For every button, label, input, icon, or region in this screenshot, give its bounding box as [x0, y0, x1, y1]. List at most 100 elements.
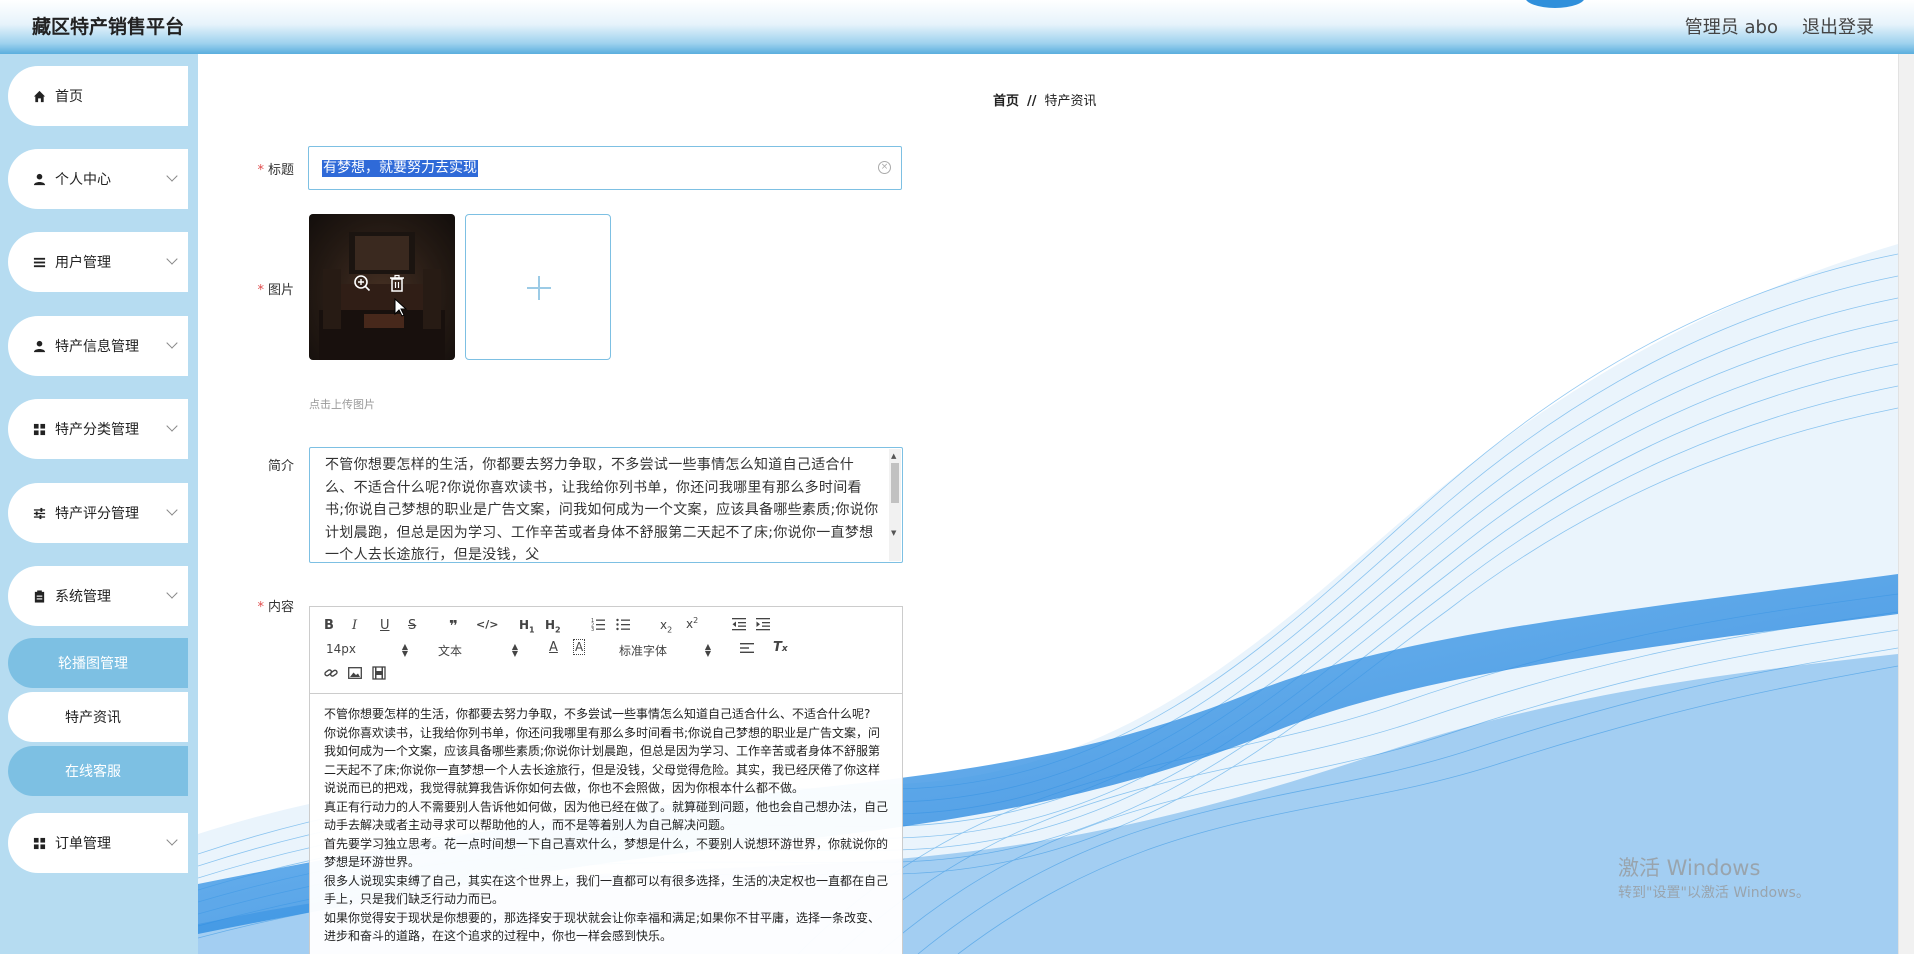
- page-scrollbar[interactable]: [1898, 54, 1914, 954]
- sidebar-item-home[interactable]: 首页: [8, 66, 188, 126]
- breadcrumb: 首页 // 特产资讯: [993, 90, 1097, 109]
- image-icon[interactable]: [348, 666, 362, 684]
- editor-content[interactable]: 不管你想要怎样的生活，你都要去努力争取，不多尝试一些事情怎么知道自己适合什么、不…: [324, 705, 892, 946]
- logout-button[interactable]: 退出登录: [1802, 13, 1874, 39]
- chevron-down-icon: [166, 337, 178, 349]
- scrollbar-thumb[interactable]: [891, 463, 899, 503]
- intro-text: 不管你想要怎样的生活，你都要去努力争取，不多尝试一些事情怎么知道自己适合什么、不…: [325, 457, 879, 563]
- thumbnail-overlay: [309, 214, 455, 360]
- sidebar-item-label: 特产分类管理: [55, 422, 139, 438]
- upload-image-button[interactable]: [465, 214, 611, 360]
- sidebar-subitem-product-news[interactable]: 特产资讯: [8, 692, 188, 742]
- underline-icon[interactable]: U: [380, 618, 390, 633]
- sidebar-item-system[interactable]: 系统管理: [8, 566, 188, 626]
- list-icon: [32, 255, 46, 269]
- breadcrumb-separator: //: [1027, 94, 1037, 109]
- rich-text-editor: B I U S ❞ </> H1 H2 123 x2 x2 14px ▲ ▼ 文…: [309, 606, 903, 954]
- sidebar-item-rating[interactable]: 特产评分管理: [8, 483, 188, 543]
- delete-icon[interactable]: [387, 274, 407, 294]
- font-family-select[interactable]: 标准字体 ▲ ▼: [619, 642, 711, 659]
- avatar-blob: [1525, 0, 1585, 8]
- sidebar-item-orders[interactable]: 订单管理: [8, 813, 188, 873]
- content-paragraph: 真正有行动力的人不需要别人告诉他如何做，因为他已经在做了。就算碰到问题，他也会自…: [324, 799, 889, 833]
- sidebar-item-label: 订单管理: [55, 836, 111, 852]
- title-label: * 标题: [257, 163, 294, 178]
- clipboard-icon: [32, 589, 46, 603]
- sidebar-item-label: 特产评分管理: [55, 506, 139, 522]
- sidebar-item-label: 首页: [55, 89, 83, 105]
- italic-icon[interactable]: I: [352, 618, 357, 633]
- ordered-list-icon[interactable]: 123: [591, 617, 605, 635]
- grid-icon: [32, 836, 46, 850]
- title-value: 有梦想，就要努力去实现: [322, 160, 478, 177]
- subscript-icon[interactable]: x2: [660, 618, 672, 634]
- indent-icon[interactable]: [756, 617, 770, 635]
- content-label: * 内容: [257, 600, 294, 615]
- text-style-select[interactable]: 文本 ▲ ▼: [438, 642, 518, 659]
- font-size-select[interactable]: 14px ▲ ▼: [326, 642, 408, 658]
- person-icon: [32, 339, 46, 353]
- breadcrumb-current: 特产资讯: [1044, 94, 1097, 109]
- sidebar-item-label: 特产信息管理: [55, 339, 139, 355]
- chevron-down-icon: [166, 504, 178, 516]
- sidebar-item-label: 个人中心: [55, 172, 111, 188]
- grid-icon: [32, 422, 46, 436]
- clear-icon[interactable]: ×: [878, 161, 891, 174]
- bullet-list-icon[interactable]: [616, 617, 630, 635]
- content-paragraph: 首先要学习独立思考。花一点时间想一下自己喜欢什么，梦想是什么，不要别人说想环游世…: [324, 836, 889, 870]
- clear-format-icon[interactable]: Tx: [773, 640, 788, 655]
- editor-toolbar: B I U S ❞ </> H1 H2 123 x2 x2 14px ▲ ▼ 文…: [310, 607, 902, 694]
- content-paragraph: 你说你喜欢读书，让我给你列书单，你还问我哪里有那么多时间看书;你说自己梦想的职业…: [324, 725, 881, 796]
- heading1-icon[interactable]: H1: [519, 618, 535, 634]
- sidebar-item-product-info[interactable]: 特产信息管理: [8, 316, 188, 376]
- chevron-down-icon: [166, 253, 178, 265]
- sidebar-item-label: 用户管理: [55, 255, 111, 271]
- select-arrows-icon: ▲ ▼: [704, 642, 711, 658]
- blockquote-icon[interactable]: ❞: [449, 617, 458, 635]
- select-arrows-icon: ▲ ▼: [511, 642, 518, 658]
- content-paragraph: 不管你想要怎样的生活，你都要去努力争取，不多尝试一些事情怎么知道自己适合什么、不…: [324, 707, 871, 721]
- uploaded-image-thumbnail[interactable]: [309, 214, 455, 360]
- windows-activation-hint: 转到"设置"以激活 Windows。: [1618, 885, 1810, 901]
- content-paragraph: 很多人说现实束缚了自己，其实在这个世界上，我们一直都可以有很多选择，生活的决定权…: [324, 873, 889, 907]
- bold-icon[interactable]: B: [324, 618, 334, 633]
- font-color-icon[interactable]: A: [549, 640, 558, 655]
- chevron-down-icon: [166, 170, 178, 182]
- image-label: * 图片: [257, 283, 294, 298]
- scroll-down-icon[interactable]: ▼: [891, 529, 896, 537]
- content-paragraph: 如果你觉得安于现状是你想要的，那选择安于现状就会让你幸福和满足;如果你不甘平庸，…: [324, 910, 881, 944]
- intro-textarea[interactable]: 不管你想要怎样的生活，你都要去努力争取，不多尝试一些事情怎么知道自己适合什么、不…: [309, 447, 903, 563]
- svg-text:3: 3: [591, 627, 594, 631]
- sidebar-item-personal-center[interactable]: 个人中心: [8, 149, 188, 209]
- sidebar: 首页 个人中心 用户管理 特产信息管理 特产分类管理 特产评分管理 系统管理 轮…: [0, 54, 198, 954]
- breadcrumb-home[interactable]: 首页: [993, 94, 1019, 109]
- title-input[interactable]: 有梦想，就要努力去实现 ×: [308, 146, 902, 190]
- chevron-down-icon: [166, 587, 178, 599]
- strikethrough-icon[interactable]: S: [408, 618, 416, 633]
- video-icon[interactable]: [372, 666, 386, 684]
- sidebar-subitem-carousel[interactable]: 轮播图管理: [8, 638, 188, 688]
- sidebar-item-category[interactable]: 特产分类管理: [8, 399, 188, 459]
- code-icon[interactable]: </>: [476, 618, 498, 631]
- superscript-icon[interactable]: x2: [686, 616, 698, 631]
- heading2-icon[interactable]: H2: [545, 618, 561, 634]
- windows-activation-title: 激活 Windows: [1618, 856, 1761, 880]
- person-icon: [32, 172, 46, 186]
- chevron-down-icon: [166, 420, 178, 432]
- select-arrows-icon: ▲ ▼: [401, 642, 408, 658]
- link-icon[interactable]: [324, 666, 338, 684]
- sidebar-item-label: 系统管理: [55, 589, 111, 605]
- outdent-icon[interactable]: [732, 617, 746, 635]
- scroll-up-icon[interactable]: ▲: [891, 452, 896, 460]
- align-icon[interactable]: [740, 641, 754, 659]
- admin-label: 管理员 abo: [1684, 17, 1778, 38]
- main-content: 首页 // 特产资讯 *标题 有梦想，就要努力去实现 × *图片 点击上传图片: [198, 54, 1914, 954]
- zoom-in-icon[interactable]: [352, 274, 372, 294]
- sidebar-subitem-online-service[interactable]: 在线客服: [8, 746, 188, 796]
- background-color-icon[interactable]: A: [573, 639, 586, 655]
- textarea-scrollbar[interactable]: ▲ ▼: [889, 449, 901, 561]
- sliders-icon: [32, 506, 46, 520]
- mouse-cursor-icon: [394, 298, 408, 317]
- chevron-down-icon: [166, 834, 178, 846]
- sidebar-item-user-management[interactable]: 用户管理: [8, 232, 188, 292]
